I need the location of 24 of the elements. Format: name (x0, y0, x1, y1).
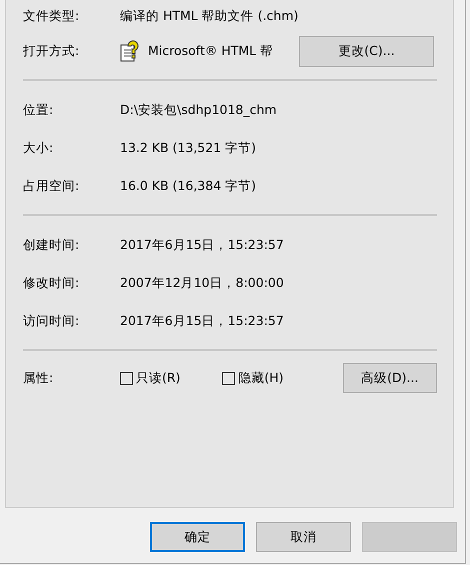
field-value: 2017年6月15日，15:23:57 (120, 312, 284, 330)
help-file-icon (120, 39, 140, 63)
checkbox[interactable]: 只读(R) (120, 370, 222, 386)
field-label: 创建时间: (23, 236, 80, 254)
app-name: Microsoft® HTML 帮 (148, 42, 274, 60)
field-value: 编译的 HTML 帮助文件 (.chm) (120, 8, 298, 24)
field-value: D:\安装包\sdhp1018_chm (120, 102, 277, 118)
dialog-button[interactable]: 确定 (150, 522, 245, 552)
field-label: 位置: (23, 102, 54, 118)
field-label: 打开方式: (23, 42, 80, 60)
field-label: 属性: (23, 370, 54, 386)
field-label: 修改时间: (23, 274, 80, 292)
field-label: 访问时间: (23, 312, 80, 330)
field-label: 大小: (23, 140, 54, 156)
field-label: 文件类型: (23, 8, 80, 24)
advanced-button[interactable]: 高级(D)... (342, 363, 437, 393)
field-value: 13.2 KB (13,521 字节) (120, 140, 256, 156)
field-value: 16.0 KB (16,384 字节) (120, 178, 256, 194)
field-value: 2007年12月10日，8:00:00 (120, 274, 284, 292)
change-button[interactable]: 更改(C)... (299, 36, 434, 66)
dialog-button[interactable]: 取消 (256, 522, 351, 552)
field-label: 占用空间: (23, 178, 80, 194)
checkbox[interactable]: 隐藏(H) (222, 370, 343, 386)
field-value: 2017年6月15日，15:23:57 (120, 236, 284, 254)
